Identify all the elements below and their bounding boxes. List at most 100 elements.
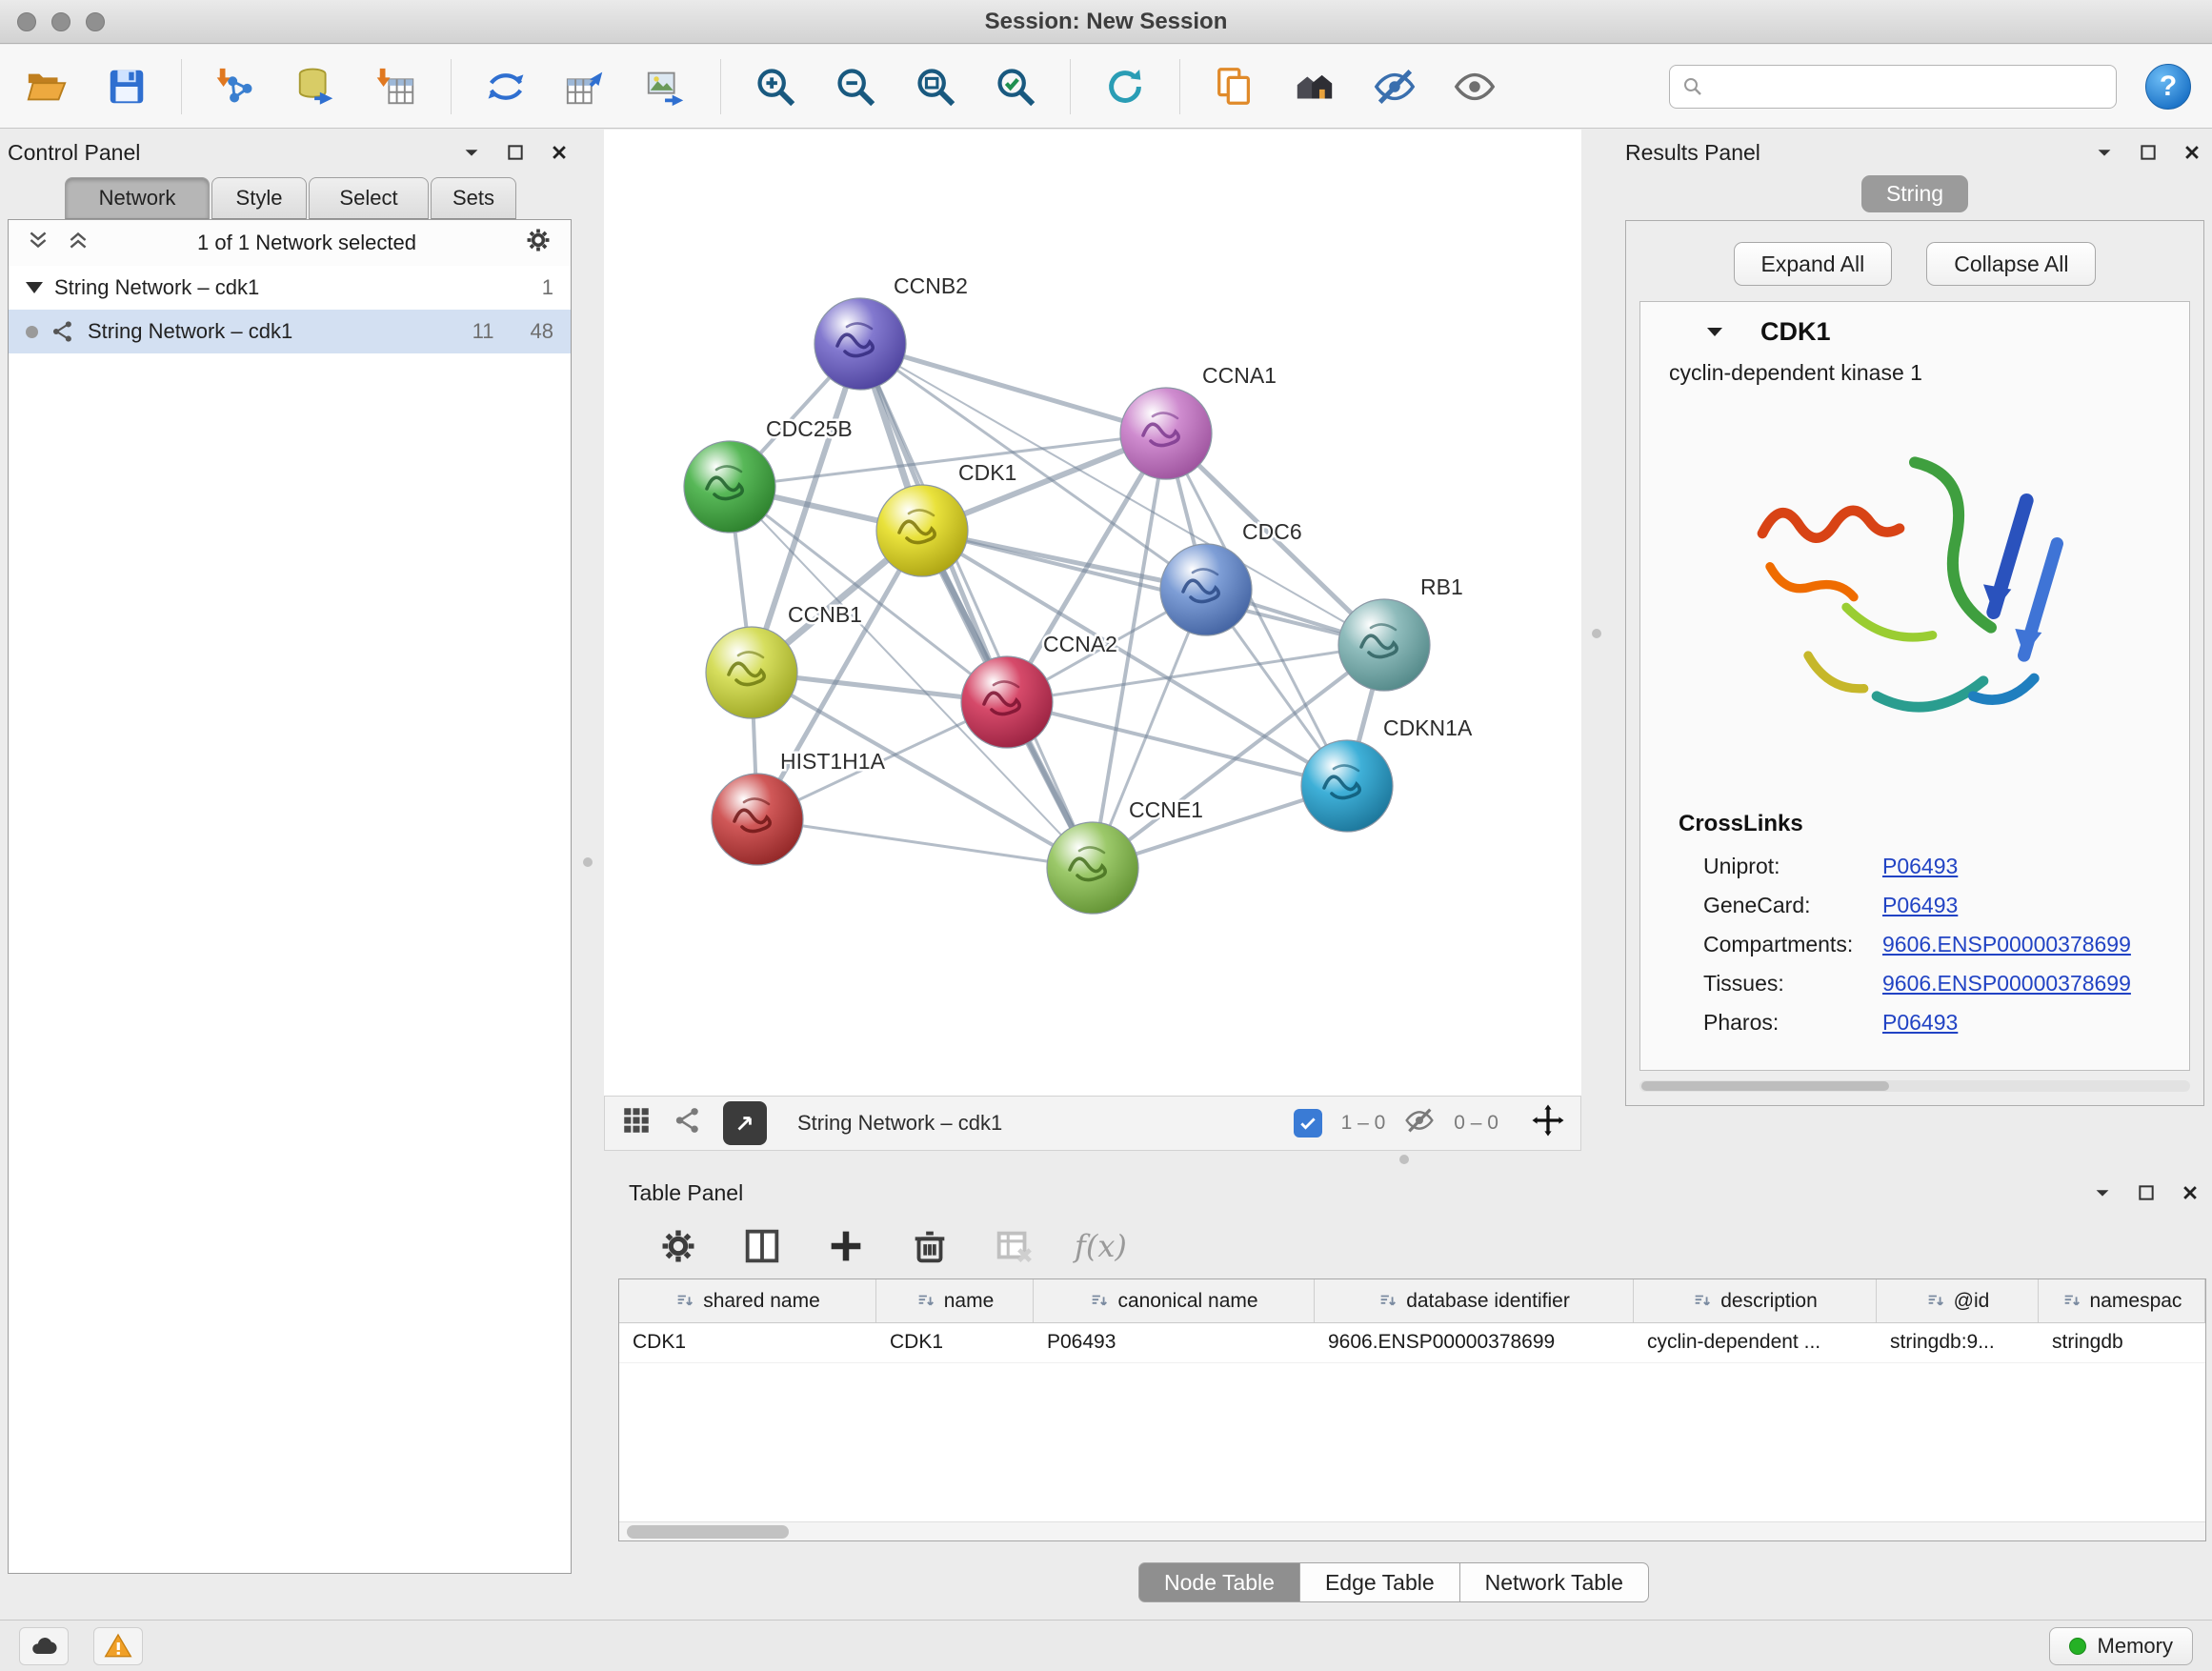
birds-eye-view-icon[interactable] <box>620 1104 653 1142</box>
tab-network-table[interactable]: Network Table <box>1460 1562 1649 1602</box>
crosslink-uniprot-link[interactable]: P06493 <box>1882 854 1958 879</box>
crosslink-genecard-link[interactable]: P06493 <box>1882 893 1958 918</box>
open-in-new-window-button[interactable] <box>723 1101 767 1145</box>
network-node-hist1h1a[interactable]: HIST1H1A <box>712 749 886 865</box>
home-view-button[interactable] <box>1289 59 1340 114</box>
hide-graphics-details-button[interactable] <box>1369 59 1420 114</box>
refresh-icon <box>1103 65 1147 109</box>
tab-select[interactable]: Select <box>309 177 429 219</box>
column-header-namespac[interactable]: namespac <box>2039 1279 2205 1322</box>
export-image-icon <box>644 65 688 109</box>
expand-all-networks-icon[interactable] <box>26 228 50 258</box>
network-node-rb1[interactable]: RB1 <box>1338 574 1463 691</box>
tab-style[interactable]: Style <box>211 177 307 219</box>
bottom-splitter-handle[interactable] <box>1399 1155 1409 1164</box>
network-node-cdkn1a[interactable]: CDKN1A <box>1301 715 1473 832</box>
import-network-file-button[interactable] <box>211 59 262 114</box>
panel-menu-chevron-icon[interactable] <box>459 140 484 165</box>
zoom-in-button[interactable] <box>750 59 801 114</box>
status-bar: Memory <box>0 1620 2212 1671</box>
network-node-ccnb1[interactable]: CCNB1 <box>706 602 862 718</box>
search-input[interactable] <box>1712 74 2104 99</box>
column-header-canonical-name[interactable]: canonical name <box>1034 1279 1315 1322</box>
collapse-entry-triangle-icon[interactable] <box>1703 321 1726 344</box>
expand-all-button[interactable]: Expand All <box>1734 242 1893 286</box>
panel-float-icon[interactable] <box>2136 140 2161 165</box>
toolbar-separator <box>451 59 452 114</box>
network-canvas[interactable]: CCNB2CCNA1CDC25BCDK1CDC6RB1CCNB1CCNA2CDK… <box>604 130 1581 1096</box>
network-node-ccnb2[interactable]: CCNB2 <box>814 273 968 390</box>
panel-close-icon[interactable] <box>547 140 572 165</box>
network-collection-row[interactable]: String Network – cdk1 1 <box>9 266 571 310</box>
hidden-edges-eye-slash-icon[interactable] <box>1404 1105 1435 1141</box>
column-header-database-identifier[interactable]: database identifier <box>1315 1279 1634 1322</box>
zoom-out-icon <box>834 65 877 109</box>
tree-expand-triangle-icon[interactable] <box>26 282 43 293</box>
table-cell: CDK1 <box>876 1323 1034 1362</box>
help-button[interactable]: ? <box>2145 64 2191 110</box>
zoom-out-button[interactable] <box>830 59 881 114</box>
table-row[interactable]: CDK1CDK1P064939606.ENSP00000378699cyclin… <box>619 1323 2205 1363</box>
save-session-button[interactable] <box>101 59 152 114</box>
left-splitter-handle[interactable] <box>583 857 593 867</box>
zoom-in-icon <box>754 65 797 109</box>
import-network-database-button[interactable] <box>291 59 342 114</box>
network-graph[interactable]: CCNB2CCNA1CDC25BCDK1CDC6RB1CCNB1CCNA2CDK… <box>604 130 1581 1096</box>
show-columns-button[interactable] <box>739 1223 785 1269</box>
create-column-button[interactable] <box>823 1223 869 1269</box>
copy-document-button[interactable] <box>1209 59 1260 114</box>
control-panel-tabs: NetworkStyleSelectSets <box>8 177 572 219</box>
network-options-gear-icon[interactable] <box>523 225 553 261</box>
copy-document-icon <box>1213 65 1257 109</box>
panel-menu-chevron-icon[interactable] <box>2092 140 2117 165</box>
panel-float-icon[interactable] <box>2134 1180 2159 1205</box>
warnings-button[interactable] <box>93 1627 143 1665</box>
table-settings-button[interactable] <box>655 1223 701 1269</box>
table-horizontal-scrollbar[interactable] <box>619 1521 2205 1540</box>
node-label: CCNA1 <box>1202 363 1277 388</box>
zoom-selected-button[interactable] <box>990 59 1041 114</box>
column-header-name[interactable]: name <box>876 1279 1034 1322</box>
results-horizontal-scrollbar[interactable] <box>1639 1080 2190 1092</box>
delete-columns-button[interactable] <box>907 1223 953 1269</box>
collapse-all-button[interactable]: Collapse All <box>1926 242 2096 286</box>
refresh-view-button[interactable] <box>1099 59 1151 114</box>
import-table-file-button[interactable] <box>371 59 422 114</box>
tab-network[interactable]: Network <box>65 177 210 219</box>
column-header-description[interactable]: description <box>1634 1279 1877 1322</box>
column-header-@id[interactable]: @id <box>1877 1279 2039 1322</box>
memory-button[interactable]: Memory <box>2049 1627 2193 1665</box>
panel-close-icon[interactable] <box>2180 140 2204 165</box>
network-node-cdk1[interactable]: CDK1 <box>876 460 1016 576</box>
column-header-shared-name[interactable]: shared name <box>619 1279 876 1322</box>
memory-label: Memory <box>2098 1634 2173 1659</box>
scrollbar-thumb[interactable] <box>1641 1081 1889 1091</box>
panel-close-icon[interactable] <box>2178 1180 2202 1205</box>
tab-edge-table[interactable]: Edge Table <box>1300 1562 1460 1602</box>
panel-menu-chevron-icon[interactable] <box>2090 1180 2115 1205</box>
selected-nodes-checkbox[interactable] <box>1294 1109 1322 1137</box>
pan-move-icon[interactable] <box>1531 1103 1565 1143</box>
new-network-from-selection-button[interactable] <box>560 59 612 114</box>
panel-float-icon[interactable] <box>503 140 528 165</box>
network-share-icon[interactable] <box>672 1104 704 1142</box>
tab-node-table[interactable]: Node Table <box>1138 1562 1300 1602</box>
delete-table-button-disabled <box>991 1223 1036 1269</box>
zoom-fit-button[interactable] <box>910 59 961 114</box>
open-session-button[interactable] <box>21 59 72 114</box>
cloud-status-button[interactable] <box>19 1627 69 1665</box>
network-node-ccna1[interactable]: CCNA1 <box>1120 363 1277 479</box>
show-graphics-details-button[interactable] <box>1449 59 1500 114</box>
scrollbar-thumb[interactable] <box>627 1525 789 1539</box>
export-image-button[interactable] <box>640 59 692 114</box>
crosslink-tissues-link[interactable]: 9606.ENSP00000378699 <box>1882 971 2131 997</box>
tab-string[interactable]: String <box>1861 175 1968 212</box>
crosslink-compartments-link[interactable]: 9606.ENSP00000378699 <box>1882 932 2131 957</box>
function-builder-button[interactable]: f(x) <box>1075 1228 1127 1264</box>
network-row[interactable]: String Network – cdk1 11 48 <box>9 310 571 353</box>
right-splitter-handle[interactable] <box>1592 629 1601 638</box>
network-merge-button[interactable] <box>480 59 532 114</box>
collapse-all-networks-icon[interactable] <box>66 228 90 258</box>
crosslink-pharos-link[interactable]: P06493 <box>1882 1010 1958 1036</box>
tab-sets[interactable]: Sets <box>431 177 516 219</box>
